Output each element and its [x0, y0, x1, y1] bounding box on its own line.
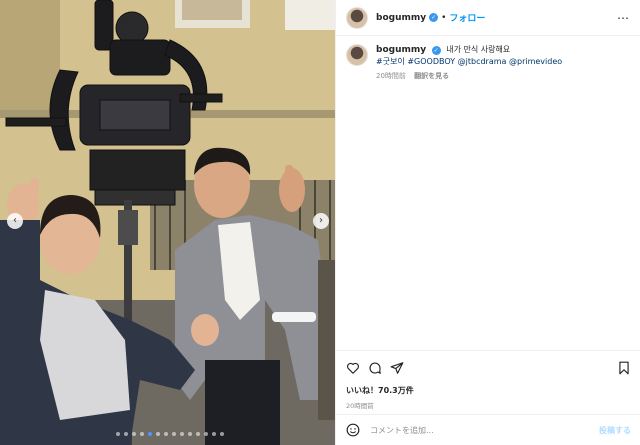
carousel-dot — [204, 432, 208, 436]
post-details-panel: bogummy ✓ • フォロー ⋯ bogummy ✓ 내가 만식 사랑해요 … — [335, 0, 640, 445]
carousel-dot — [172, 432, 176, 436]
bookmark-icon[interactable] — [617, 361, 631, 375]
carousel-dot — [196, 432, 200, 436]
caption-meta: 20時間前 翻訳を見る — [376, 71, 562, 82]
author-username[interactable]: bogummy — [376, 13, 426, 23]
chevron-right-icon: › — [319, 215, 323, 226]
comment-composer: 投稿する — [336, 414, 640, 445]
carousel-dot — [212, 432, 216, 436]
post-header: bogummy ✓ • フォロー ⋯ — [336, 0, 640, 36]
mention-link[interactable]: @primevideo — [509, 57, 562, 66]
avatar[interactable] — [346, 44, 368, 66]
translate-link[interactable]: 翻訳を見る — [414, 72, 449, 80]
share-icon[interactable] — [390, 361, 404, 375]
like-count[interactable]: いいね！70.3万件 — [346, 385, 631, 396]
carousel-dot — [124, 432, 128, 436]
post-photo[interactable]: ‹ › — [0, 0, 335, 445]
more-options-icon[interactable]: ⋯ — [617, 11, 630, 25]
comment-icon[interactable] — [368, 361, 382, 375]
post-actions: いいね！70.3万件 20時間前 — [336, 350, 640, 410]
previous-slide-button[interactable]: ‹ — [7, 213, 23, 229]
carousel-dot — [180, 432, 184, 436]
carousel-dot — [220, 432, 224, 436]
comment-input[interactable] — [370, 425, 599, 435]
follow-button[interactable]: フォロー — [449, 11, 485, 24]
emoji-icon[interactable] — [346, 423, 360, 437]
chevron-left-icon: ‹ — [13, 215, 17, 226]
action-icons-row — [346, 359, 631, 377]
photo-scene — [0, 0, 335, 445]
hashtag-link[interactable]: #GOODBOY — [407, 57, 455, 66]
carousel-indicator — [110, 432, 230, 438]
next-slide-button[interactable]: › — [313, 213, 329, 229]
follow-separator: • — [441, 12, 447, 23]
verified-badge-icon: ✓ — [429, 13, 439, 22]
carousel-dot — [164, 432, 168, 436]
carousel-dot — [132, 432, 136, 436]
caption-username[interactable]: bogummy — [376, 45, 426, 55]
caption-body: bogummy ✓ 내가 만식 사랑해요 #굿보이 #GOODBOY @jtbc… — [376, 44, 562, 82]
comment-timestamp: 20時間前 — [376, 72, 406, 80]
caption-text: 내가 만식 사랑해요 — [446, 45, 511, 54]
carousel-dot — [188, 432, 192, 436]
carousel-dot — [156, 432, 160, 436]
verified-badge-icon: ✓ — [431, 46, 441, 55]
carousel-dot — [148, 432, 152, 436]
caption-comment: bogummy ✓ 내가 만식 사랑해요 #굿보이 #GOODBOY @jtbc… — [336, 36, 640, 90]
hashtag-link[interactable]: #굿보이 — [376, 57, 405, 66]
avatar[interactable] — [346, 6, 368, 29]
post-timestamp: 20時間前 — [346, 402, 374, 410]
post-comment-button[interactable]: 投稿する — [599, 425, 631, 436]
carousel-dot — [116, 432, 120, 436]
mention-link[interactable]: @jtbcdrama — [458, 57, 507, 66]
heart-icon[interactable] — [346, 361, 360, 375]
carousel-dot — [140, 432, 144, 436]
